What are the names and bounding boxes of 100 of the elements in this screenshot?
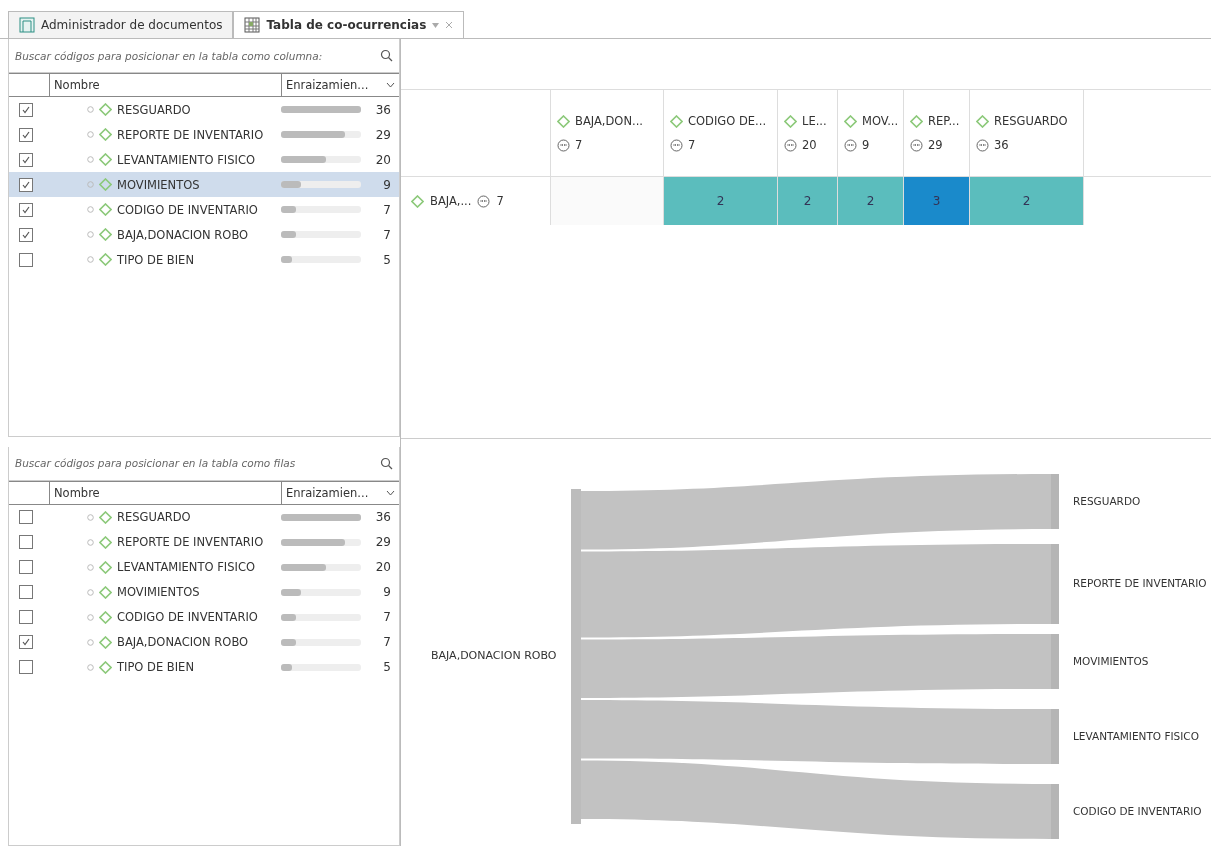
code-name: TIPO DE BIEN (117, 252, 194, 267)
code-row[interactable]: CODIGO DE INVENTARIO 7 (9, 605, 399, 630)
circle-icon (87, 206, 94, 213)
code-name: RESGUARDO (994, 114, 1068, 128)
code-row[interactable]: LEVANTAMIENTO FISICO 20 (9, 555, 399, 580)
circle-icon (87, 589, 94, 596)
code-name: RESGUARDO (117, 102, 191, 117)
circle-icon (87, 131, 94, 138)
chevron-down-icon (386, 490, 395, 496)
code-row[interactable]: CODIGO DE INVENTARIO 7 (9, 197, 399, 222)
matrix-cell[interactable]: 2 (838, 177, 904, 225)
checkbox[interactable] (19, 660, 33, 675)
diamond-icon (99, 228, 112, 241)
diamond-icon (99, 153, 112, 166)
checkbox[interactable] (19, 535, 33, 550)
count: 29 (374, 127, 391, 142)
node-label: MOVIMIENTOS (1073, 654, 1149, 667)
diamond-icon (99, 661, 112, 674)
table-icon (244, 17, 261, 33)
chevron-down-icon (386, 82, 395, 88)
search-field[interactable]: Buscar códigos para posicionar en la tabla como filas (9, 447, 399, 481)
column-header[interactable]: REP... 29 (904, 90, 970, 176)
column-header[interactable]: Enraizamien... (281, 74, 399, 96)
code-name: BAJA,... (430, 194, 472, 208)
code-row[interactable]: MOVIMIENTOS 9 (9, 172, 399, 197)
column-header[interactable]: BAJA,DON... 7 (551, 90, 664, 176)
count: 7 (382, 610, 391, 625)
diamond-icon (557, 114, 570, 128)
checkbox[interactable] (19, 227, 33, 242)
diamond-icon (910, 114, 923, 128)
checkbox[interactable] (19, 202, 33, 217)
node-label: REPORTE DE INVENTARIO (1073, 577, 1207, 589)
circle-icon (87, 181, 94, 188)
code-row[interactable]: LEVANTAMIENTO FISICO 20 (9, 147, 399, 172)
count: 36 (374, 102, 391, 117)
checkbox[interactable] (19, 152, 33, 167)
count: 9 (862, 138, 870, 152)
checkbox[interactable] (19, 560, 33, 575)
diamond-icon (99, 611, 112, 624)
document-icon (19, 17, 35, 33)
count: 7 (688, 138, 696, 152)
checkbox[interactable] (19, 127, 33, 142)
matrix-cell[interactable]: 2 (778, 177, 838, 225)
code-row[interactable]: TIPO DE BIEN 5 (9, 247, 399, 272)
diamond-icon (99, 536, 112, 549)
code-name: REPORTE DE INVENTARIO (117, 127, 264, 142)
diamond-icon (99, 103, 112, 116)
diamond-icon (99, 203, 112, 216)
tab[interactable]: Administrador de documentos (8, 11, 234, 38)
code-row[interactable]: TIPO DE BIEN 5 (9, 655, 399, 680)
code-name: CODIGO DE INVENTARIO (117, 202, 258, 217)
code-row[interactable]: RESGUARDO 36 (9, 97, 399, 122)
diamond-icon (99, 178, 112, 191)
column-header[interactable]: Nombre (49, 482, 281, 504)
matrix-cell[interactable]: 2 (970, 177, 1084, 225)
checkbox[interactable] (19, 177, 33, 192)
code-row[interactable]: BAJA,DONACION ROBO 7 (9, 222, 399, 247)
checkbox[interactable] (19, 252, 33, 267)
diamond-icon (99, 511, 112, 524)
code-name: REPORTE DE INVENTARIO (117, 535, 264, 550)
count: 7 (575, 138, 583, 152)
code-row[interactable]: MOVIMIENTOS 9 (9, 580, 399, 605)
code-name: REP... (928, 114, 960, 128)
count: 20 (374, 560, 391, 575)
quote-icon (670, 138, 683, 152)
column-header[interactable]: Enraizamien... (281, 482, 399, 504)
circle-icon (87, 256, 94, 263)
dropdown-icon[interactable] (432, 22, 440, 28)
code-row[interactable]: REPORTE DE INVENTARIO 29 (9, 530, 399, 555)
search-field[interactable]: Buscar códigos para posicionar en la tabla como columna: (9, 39, 399, 73)
code-row[interactable]: REPORTE DE INVENTARIO 29 (9, 122, 399, 147)
matrix-cell[interactable] (551, 177, 664, 225)
checkbox[interactable] (19, 585, 33, 600)
column-header[interactable]: CODIGO DE... 7 (664, 90, 778, 176)
checkbox[interactable] (19, 610, 33, 625)
circle-icon (87, 614, 94, 621)
circle-icon (87, 564, 94, 571)
node-label: RESGUARDO (1073, 494, 1141, 507)
checkbox[interactable] (19, 635, 33, 650)
code-row[interactable]: BAJA,DONACION ROBO 7 (9, 630, 399, 655)
code-name: MOVIMIENTOS (117, 177, 200, 192)
column-header[interactable]: MOV... 9 (838, 90, 904, 176)
search-icon[interactable] (380, 49, 393, 62)
count: 29 (374, 535, 391, 550)
column-header[interactable]: LE... 20 (778, 90, 838, 176)
column-header[interactable]: RESGUARDO 36 (970, 90, 1084, 176)
search-icon[interactable] (380, 457, 393, 470)
checkbox[interactable] (19, 102, 33, 117)
circle-icon (87, 231, 94, 238)
code-name: LEVANTAMIENTO FISICO (117, 152, 255, 167)
tab[interactable]: Tabla de co-ocurrencias (233, 11, 465, 38)
diamond-icon (976, 114, 989, 128)
diamond-icon (99, 128, 112, 141)
count: 5 (382, 660, 391, 675)
checkbox[interactable] (19, 510, 33, 525)
column-header[interactable]: Nombre (49, 74, 281, 96)
circle-icon (87, 539, 94, 546)
matrix-cell[interactable]: 2 (664, 177, 778, 225)
close-icon[interactable] (445, 21, 454, 29)
code-row[interactable]: RESGUARDO 36 (9, 505, 399, 530)
